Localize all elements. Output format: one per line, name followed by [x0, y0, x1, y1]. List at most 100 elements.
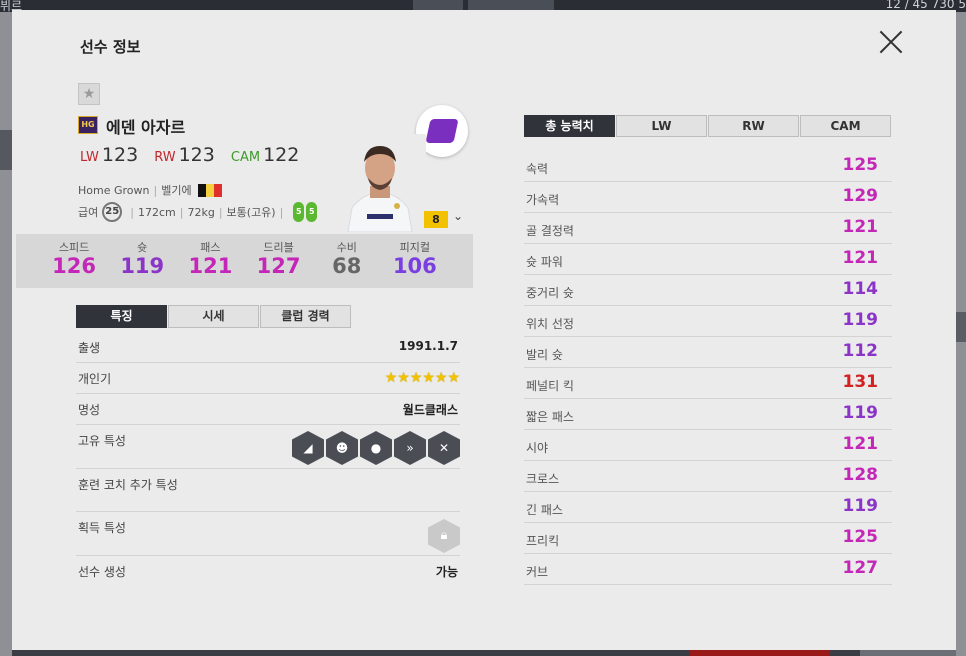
body-type: 보통(고유): [226, 206, 276, 219]
info-tabs: 특징 시세 클럽 경력: [76, 305, 352, 328]
chevron-down-icon[interactable]: ⌄: [453, 209, 463, 223]
position-ovr: 123: [101, 144, 139, 166]
trait-head-icon[interactable]: ☻: [326, 431, 358, 465]
position-label: RW: [154, 150, 176, 165]
divider: |: [218, 205, 223, 219]
position-ovr: 123: [178, 144, 215, 166]
ability-row: 위치 선정 119: [524, 306, 892, 337]
stat-value: 121: [188, 254, 233, 278]
trait-playmaker-icon[interactable]: ✕: [428, 431, 460, 465]
stat-value: 68: [332, 254, 362, 278]
right-foot-value: 5: [306, 202, 318, 222]
ability-label: 긴 패스: [526, 503, 563, 517]
trait-icons: ◢ ☻ ● » ✕: [292, 431, 460, 465]
ability-value: 129: [842, 186, 879, 206]
divider: |: [153, 183, 158, 197]
ability-tabs: 총 능력치 LW RW CAM: [524, 115, 892, 137]
ability-row: 슛 파워 121: [524, 244, 892, 275]
tab-traits[interactable]: 특징: [76, 305, 167, 328]
stat-label: 드리블: [263, 241, 294, 254]
ability-row: 커브 127: [524, 554, 892, 585]
nation: 벨기에: [161, 184, 192, 197]
stat-label: 슛: [137, 241, 148, 254]
ability-row: 골 결정력 121: [524, 213, 892, 244]
ability-label: 가속력: [526, 193, 560, 207]
ability-label: 커브: [526, 565, 549, 579]
info-row-skill-moves: 개인기 ★★★★★★: [76, 363, 460, 394]
info-row-unique-traits: 고유 특성 ◢ ☻ ● » ✕: [76, 425, 460, 469]
player-portrait-image: [334, 134, 426, 232]
info-value: 1991.1.7: [398, 339, 458, 353]
info-label: 고유 특성: [78, 434, 126, 448]
enhance-level-badge[interactable]: 8: [424, 211, 448, 228]
ability-row: 크로스 128: [524, 461, 892, 492]
tab-club-history[interactable]: 클럽 경력: [260, 305, 351, 328]
ability-value: 121: [842, 217, 879, 237]
divider: |: [130, 205, 134, 219]
player-meta-line-2: 급여 25 | 172cm | 72kg | 보통(고유) | 5 5: [78, 202, 318, 222]
ability-list: 속력 125 가속력 129 골 결정력 121 슛 파워 121 중거리 슛 114 위치 선정 1…: [524, 151, 892, 585]
left-foot-value: 5: [293, 202, 305, 222]
stat-label: 패스: [200, 241, 221, 254]
ability-label: 골 결정력: [526, 224, 574, 238]
tab-lw[interactable]: LW: [616, 115, 707, 137]
ability-row: 프리킥 125: [524, 523, 892, 554]
info-label: 개인기: [78, 372, 112, 386]
background-right-panel: [956, 12, 966, 656]
ability-row: 짧은 패스 119: [524, 399, 892, 430]
divider: |: [279, 205, 284, 219]
stat-physical: 피지컬 106: [385, 234, 445, 288]
stat-dribbling: 드리블 127: [249, 234, 309, 288]
tab-rw[interactable]: RW: [708, 115, 799, 137]
info-table: 출생 1991.1.7 개인기 ★★★★★★ 명성 월드클래스 고유 특성 ◢ …: [76, 332, 460, 587]
ability-label: 프리킥: [526, 534, 560, 548]
stat-value: 106: [392, 254, 437, 278]
tab-total-abilities[interactable]: 총 능력치: [524, 115, 615, 137]
salary-label: 급여: [78, 206, 99, 219]
ability-label: 크로스: [526, 472, 560, 486]
position-label: LW: [80, 150, 99, 165]
divider: |: [179, 205, 184, 219]
salary-badge: 25: [102, 202, 123, 222]
position-ratings: LW 123 RW 123 CAM 122: [80, 144, 309, 166]
info-row-coach-traits: 훈련 코치 추가 특성: [76, 469, 460, 512]
info-row-birth: 출생 1991.1.7: [76, 332, 460, 363]
info-label: 출생: [78, 341, 101, 355]
club-logo-mark: [425, 119, 459, 143]
tab-cam[interactable]: CAM: [800, 115, 891, 137]
ability-row: 속력 125: [524, 151, 892, 182]
stat-shooting: 슛 119: [112, 234, 172, 288]
info-label: 획득 특성: [78, 521, 126, 535]
ability-label: 슛 파워: [526, 255, 563, 269]
ability-row: 시야 121: [524, 430, 892, 461]
info-label: 명성: [78, 403, 101, 417]
player-name: 에덴 아자르: [106, 118, 186, 137]
position-label: CAM: [230, 150, 261, 165]
ability-value: 119: [842, 310, 879, 330]
favorite-star-icon[interactable]: ★: [78, 83, 100, 105]
info-row-creation: 선수 생성 가능: [76, 556, 460, 587]
stat-speed: 스피드 126: [44, 234, 104, 288]
season-name: Home Grown: [78, 183, 150, 197]
trait-speed-dribbler-icon[interactable]: »: [394, 431, 426, 465]
info-label: 선수 생성: [78, 565, 126, 579]
ability-value: 119: [842, 496, 879, 516]
ability-label: 페널티 킥: [526, 379, 574, 393]
tab-price[interactable]: 시세: [168, 305, 259, 328]
ability-value: 114: [842, 279, 879, 299]
ability-label: 속력: [526, 162, 549, 176]
ability-value: 131: [842, 372, 879, 392]
ability-row: 가속력 129: [524, 182, 892, 213]
trait-finesse-icon[interactable]: ●: [360, 431, 392, 465]
info-label: 훈련 코치 추가 특성: [78, 478, 178, 492]
ability-value: 112: [842, 341, 879, 361]
skill-stars-icon: ★★★★★★: [384, 370, 460, 386]
close-button[interactable]: [878, 29, 904, 55]
height: 172cm: [137, 205, 176, 219]
ability-row: 중거리 슛 114: [524, 275, 892, 306]
trait-long-shot-icon[interactable]: ◢: [292, 431, 324, 465]
stat-defending: 수비 68: [317, 234, 377, 288]
ability-value: 125: [842, 155, 879, 175]
season-badge-icon: HG: [78, 116, 98, 134]
ability-value: 127: [842, 558, 879, 578]
